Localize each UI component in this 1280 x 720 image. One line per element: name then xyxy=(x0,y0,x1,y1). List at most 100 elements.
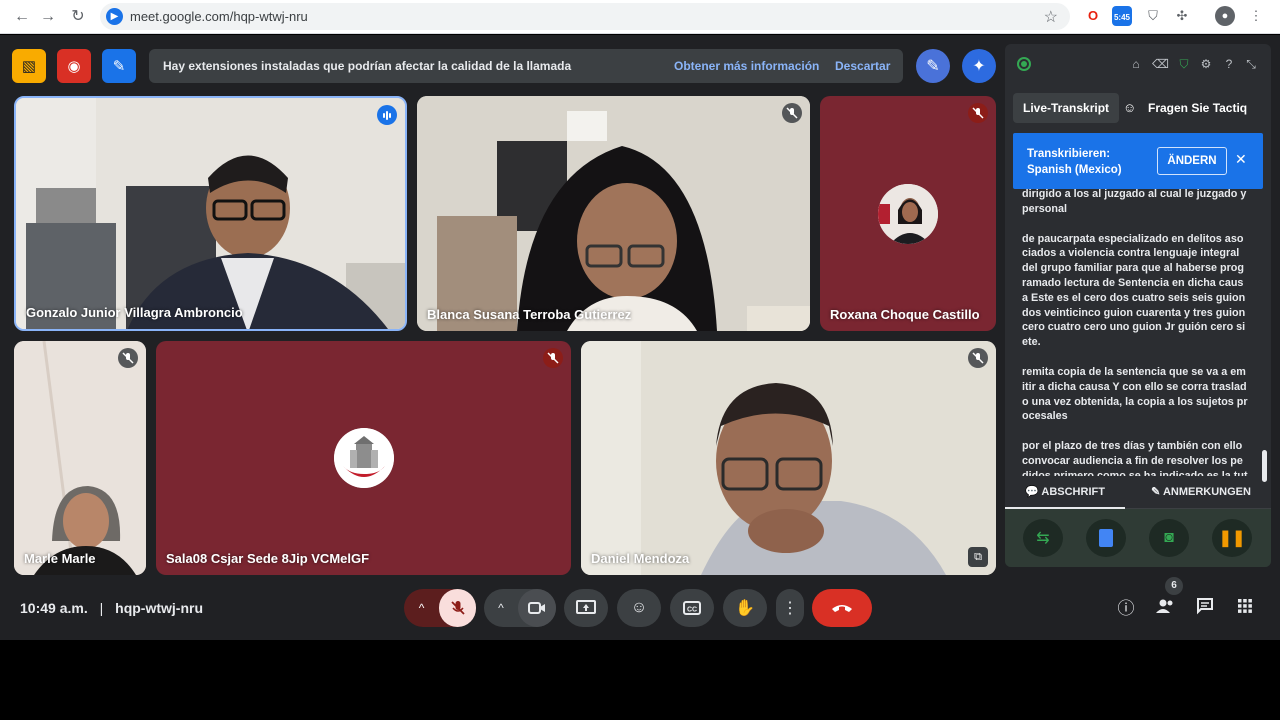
transcript-tab-icon: 💬 xyxy=(1025,486,1039,498)
tab-notes[interactable]: ✎ ANMERKUNGEN xyxy=(1141,476,1261,509)
present-screen-icon xyxy=(576,600,596,614)
panel-tabs: 💬 ABSCHRIFT ✎ ANMERKUNGEN xyxy=(1005,476,1271,509)
people-icon[interactable]: 6 xyxy=(1153,577,1183,621)
change-language-button[interactable]: ÄNDERN xyxy=(1157,147,1227,175)
more-options-button[interactable]: ⋮ xyxy=(776,589,804,627)
collapse-icon[interactable]: ⤡ xyxy=(1243,56,1259,72)
eraser-icon[interactable]: ⌫ xyxy=(1152,56,1169,72)
shield-check-icon[interactable]: ⛉ xyxy=(1176,56,1192,72)
google-docs-icon[interactable] xyxy=(1086,519,1126,557)
banner-text: Hay extensiones instaladas que podrían a… xyxy=(163,59,572,73)
share-icon[interactable]: ⇆ xyxy=(1023,519,1063,557)
activities-icon[interactable] xyxy=(1233,597,1257,621)
bookmark-star-icon[interactable]: ☆ xyxy=(1044,7,1058,27)
forward-icon[interactable]: → xyxy=(38,7,58,27)
reload-icon[interactable]: ↻ xyxy=(68,7,88,27)
participant-tile[interactable]: Blanca Susana Terroba Gutierrez xyxy=(417,96,810,331)
participant-video xyxy=(581,341,996,575)
participant-name: Sala08 Csjar Sede 8Jip VCMelGF xyxy=(166,551,370,566)
meeting-info: 10:49 a.m. | hqp-wtwj-nru xyxy=(20,600,203,616)
back-icon[interactable]: ← xyxy=(12,7,32,27)
screenshot-camera-icon[interactable]: ◙ xyxy=(1149,519,1189,557)
emoji-button[interactable]: ☺ xyxy=(617,589,661,627)
mic-off-icon xyxy=(118,348,138,368)
mic-off-icon xyxy=(543,348,563,368)
transcribe-language-box: Transkribieren: Spanish (Mexico) ÄNDERN … xyxy=(1013,133,1263,189)
shield-extension-icon[interactable]: ⛉ xyxy=(1143,6,1163,26)
meet-app: ▧ ◉ ✎ Hay extensiones instaladas que pod… xyxy=(0,35,1280,640)
no-video-extension-icon[interactable]: ▧ xyxy=(12,49,46,83)
url-text: meet.google.com/hqp-wtwj-nru xyxy=(130,9,308,24)
mic-control-group: ^ xyxy=(404,589,476,627)
transcript-paragraph: remita copia de la sentencia que se va a… xyxy=(1022,365,1248,423)
record-icon[interactable]: ◉ xyxy=(57,49,91,83)
picture-in-picture-icon[interactable]: ⧉ xyxy=(968,547,988,567)
more-vert-icon: ⋮ xyxy=(782,600,798,617)
mic-off-icon xyxy=(782,103,802,123)
meeting-code: hqp-wtwj-nru xyxy=(115,600,204,616)
participant-name: Blanca Susana Terroba Gutierrez xyxy=(427,307,632,322)
profile-avatar-icon[interactable]: ● xyxy=(1215,6,1235,26)
participant-tile[interactable]: Roxana Choque Castillo xyxy=(820,96,996,331)
status-dot-icon xyxy=(1017,57,1031,71)
camera-icon xyxy=(528,602,545,614)
meet-favicon-icon: ▶ xyxy=(106,8,123,25)
pencil-icon: ✎ xyxy=(1151,486,1161,498)
opera-extension-icon[interactable]: O xyxy=(1083,6,1103,26)
home-icon[interactable]: ⌂ xyxy=(1128,56,1144,72)
transcript-body: dirigido a los al juzgado al cual le juz… xyxy=(1022,189,1248,476)
mic-off-icon xyxy=(968,103,988,123)
magic-wand-icon[interactable]: ✎ xyxy=(916,49,950,83)
camera-control-group: ^ xyxy=(484,589,556,627)
tab-ask-ai[interactable]: Fragen Sie Tactiq AI xyxy=(1138,93,1271,145)
leave-call-button[interactable] xyxy=(812,589,872,627)
browser-menu-icon[interactable]: ⋮ xyxy=(1246,6,1266,26)
svg-text:CC: CC xyxy=(687,607,697,614)
address-bar[interactable]: ▶ meet.google.com/hqp-wtwj-nru ☆ xyxy=(100,3,1070,30)
tab-live-transcript[interactable]: Live-Transkript xyxy=(1013,93,1120,123)
participant-tile[interactable]: ⧉ Daniel Mendoza xyxy=(581,341,996,575)
settings-gear-icon[interactable]: ⚙ xyxy=(1198,56,1214,72)
extensions-puzzle-icon[interactable]: ✣ xyxy=(1172,6,1192,26)
transcribe-language-text: Transkribieren: Spanish (Mexico) xyxy=(1027,148,1122,176)
notes-edit-icon[interactable]: ✎ xyxy=(102,49,136,83)
mic-off-icon xyxy=(450,601,465,615)
participant-name: Gonzalo Junior Villagra Ambroncio xyxy=(26,305,243,320)
audio-options-chevron-icon[interactable]: ^ xyxy=(404,601,439,615)
participant-avatar xyxy=(334,428,394,488)
speaking-indicator-icon xyxy=(377,105,397,125)
participant-count-badge: 6 xyxy=(1165,577,1183,595)
mic-off-icon xyxy=(968,348,988,368)
present-screen-button[interactable] xyxy=(564,589,608,627)
browser-toolbar: ← → ↻ ▶ meet.google.com/hqp-wtwj-nru ☆ O… xyxy=(0,0,1280,34)
captions-button[interactable]: CC xyxy=(670,589,714,627)
participant-video xyxy=(417,96,810,331)
raise-hand-button[interactable]: ✋ xyxy=(723,589,767,627)
participant-tile[interactable]: Gonzalo Junior Villagra Ambroncio xyxy=(14,96,407,331)
participant-avatar xyxy=(878,184,938,244)
meeting-time: 10:49 a.m. xyxy=(20,600,88,616)
dismiss-link[interactable]: Descartar xyxy=(835,59,890,73)
meeting-separator: | xyxy=(99,600,104,616)
mic-toggle-button[interactable] xyxy=(439,589,476,627)
transcript-paragraph: por el plazo de tres días y también con … xyxy=(1022,440,1248,476)
participant-name: Daniel Mendoza xyxy=(591,551,690,566)
extension-warning-banner: Hay extensiones instaladas que podrían a… xyxy=(149,49,903,83)
chat-icon[interactable] xyxy=(1193,597,1217,621)
camera-toggle-button[interactable] xyxy=(518,589,556,627)
timer-extension-icon[interactable]: 5:45 xyxy=(1112,6,1132,26)
help-icon[interactable]: ? xyxy=(1221,56,1237,72)
video-options-chevron-icon[interactable]: ^ xyxy=(484,601,518,615)
pause-icon[interactable]: ❚❚ xyxy=(1212,519,1252,557)
participant-tile[interactable]: Sala08 Csjar Sede 8Jip VCMelGF xyxy=(156,341,571,575)
ai-chat-icon: ☺ xyxy=(1123,100,1137,115)
close-icon[interactable]: ✕ xyxy=(1235,151,1247,168)
participant-tile[interactable]: Marle Marle xyxy=(14,341,146,575)
panel-actions: ⇆ ◙ ❚❚ xyxy=(1005,509,1271,567)
participant-video xyxy=(16,98,405,329)
more-info-link[interactable]: Obtener más información xyxy=(674,59,819,73)
raise-hand-icon: ✋ xyxy=(735,600,755,617)
gemini-sparkle-icon[interactable]: ✦ xyxy=(962,49,996,83)
meeting-details-icon[interactable]: ⓘ xyxy=(1114,597,1138,621)
tab-transcript[interactable]: 💬 ABSCHRIFT xyxy=(1005,476,1125,509)
